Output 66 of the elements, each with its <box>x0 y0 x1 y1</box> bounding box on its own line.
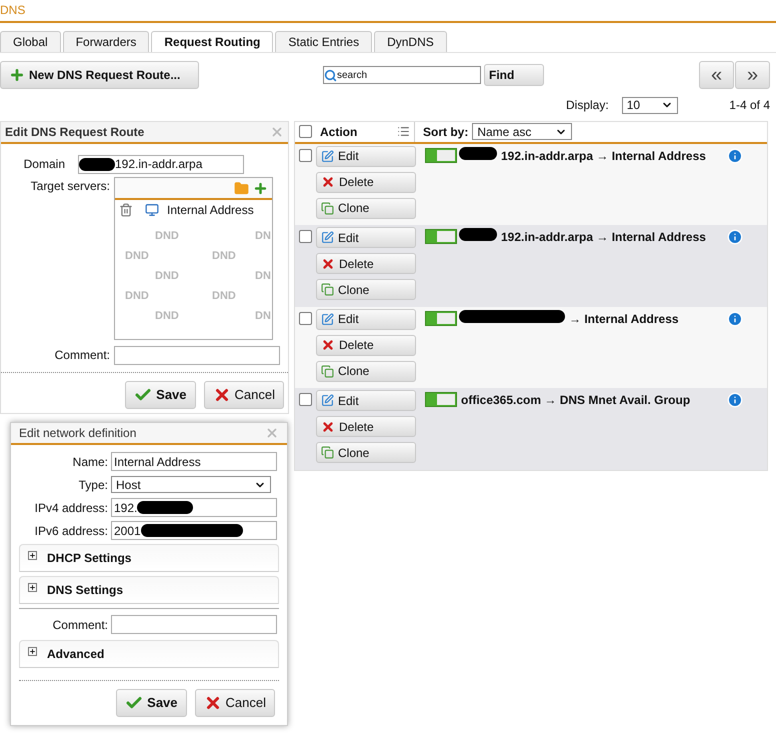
input-field[interactable]: 2001 <box>111 521 277 540</box>
save-button[interactable]: Save <box>125 381 196 409</box>
domain-field[interactable]: 192.in-addr.arpa <box>78 154 244 174</box>
drop-zone-watermark: DND <box>212 289 236 304</box>
clone-button[interactable]: Clone <box>316 442 416 464</box>
tab[interactable]: Static Entries <box>275 31 372 52</box>
route-name: 192.in-addr.arpa → Internal Address <box>501 148 707 165</box>
collapsible-section[interactable]: DNS Settings <box>19 576 279 604</box>
cancel-button[interactable]: Cancel <box>194 689 275 717</box>
domain-label: Domain <box>22 156 65 173</box>
action-header: Action <box>320 124 358 141</box>
clone-button[interactable]: Clone <box>316 279 416 300</box>
delete-button[interactable]: Delete <box>316 416 416 438</box>
sort-select[interactable]: Name asc <box>472 123 572 140</box>
drop-zone-watermark: DND <box>125 289 149 304</box>
input-field[interactable]: Internal Address <box>111 452 277 471</box>
panel-title: Edit DNS Request Route <box>5 124 144 141</box>
new-route-button[interactable]: New DNS Request Route... <box>0 61 199 89</box>
comment-label: Comment: <box>52 616 109 634</box>
delete-button[interactable]: Delete <box>316 334 416 356</box>
collapsible-section[interactable]: Advanced <box>19 640 279 668</box>
delete-button[interactable]: Delete <box>316 172 416 193</box>
edit-button[interactable]: Edit <box>316 308 416 330</box>
field-label: IPv6 address: <box>34 522 109 540</box>
field-label: IPv4 address: <box>34 500 109 516</box>
type-select[interactable]: Host <box>111 476 271 493</box>
edit-button[interactable]: Edit <box>316 390 416 412</box>
tab[interactable]: Global <box>0 31 61 52</box>
previous-page-button[interactable]: « <box>699 61 734 89</box>
clone-button[interactable]: Clone <box>316 360 416 382</box>
drop-zone-watermark: DN <box>255 229 271 244</box>
clone-button[interactable]: Clone <box>316 198 416 219</box>
page-title: DNS <box>0 2 26 19</box>
route-name: 192.in-addr.arpa → Internal Address <box>501 229 707 246</box>
find-button[interactable]: Find <box>484 64 544 86</box>
drop-zone-watermark: DND <box>155 229 179 244</box>
drop-zone-watermark: DN <box>255 309 271 324</box>
input-field[interactable]: 192. <box>111 498 277 517</box>
drop-zone-watermark: DND <box>155 269 179 284</box>
route-name: → Internal Address <box>569 310 680 328</box>
collapsible-section[interactable]: DHCP Settings <box>19 544 279 572</box>
drop-zone-watermark: DND <box>212 249 236 264</box>
drop-zone-watermark: DND <box>155 309 179 324</box>
drop-zone-watermark: DND <box>125 249 149 264</box>
comment-label: Comment: <box>54 347 110 364</box>
edit-button[interactable]: Edit <box>316 146 416 167</box>
display-label: Display: <box>566 97 609 114</box>
drop-zone-watermark: DN <box>255 269 271 284</box>
save-button[interactable]: Save <box>116 689 187 717</box>
search-field[interactable]: search <box>323 66 481 84</box>
dialog-title: Edit network definition <box>19 425 136 442</box>
result-count: 1-4 of 4 <box>729 97 770 114</box>
field-label: Name: <box>72 454 109 470</box>
target-server-item[interactable]: Internal Address <box>167 201 254 219</box>
tab[interactable]: Request Routing <box>151 31 274 52</box>
field-label: Type: <box>78 476 109 494</box>
tab[interactable]: Forwarders <box>62 31 150 52</box>
next-page-button[interactable]: » <box>735 61 770 89</box>
cancel-button[interactable]: Cancel <box>204 381 284 409</box>
delete-button[interactable]: Delete <box>316 253 416 274</box>
sort-label: Sort by: <box>423 124 468 141</box>
route-name: office365.com → DNS Mnet Avail. Group <box>461 392 692 410</box>
edit-button[interactable]: Edit <box>316 227 416 248</box>
tab[interactable]: DynDNS <box>374 31 447 52</box>
target-servers-label: Target servers: <box>30 178 110 195</box>
display-select[interactable]: 10 <box>622 96 678 114</box>
